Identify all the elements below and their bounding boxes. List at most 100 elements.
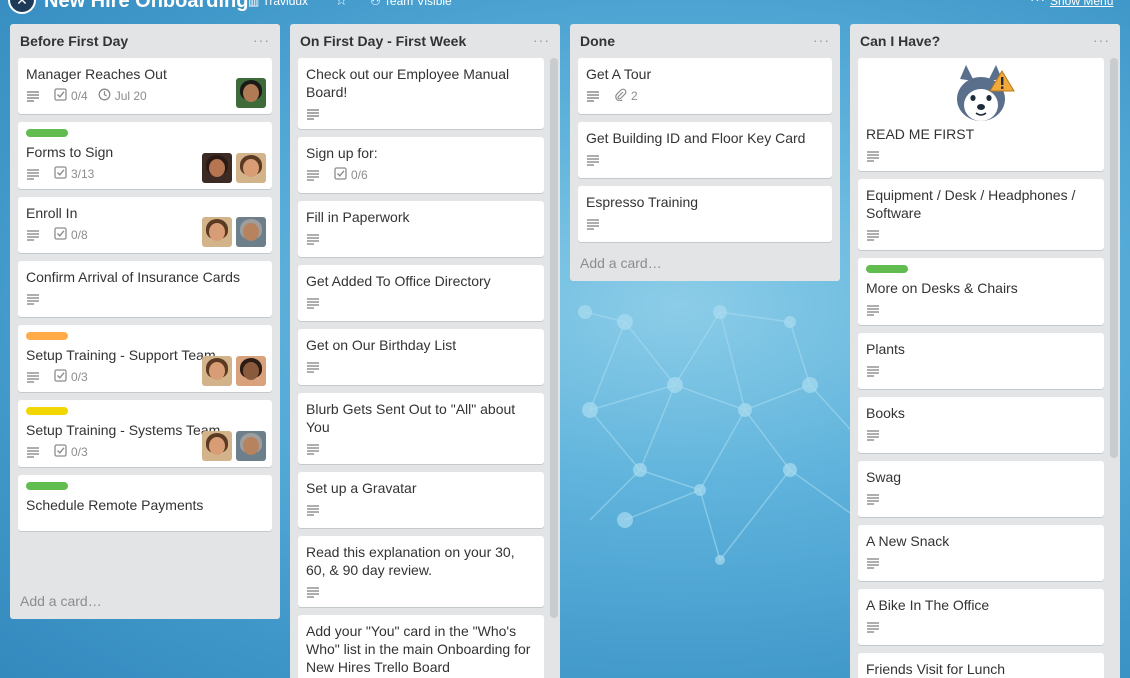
team-link[interactable]: ▥ Travidux xyxy=(248,0,308,8)
member-avatar[interactable] xyxy=(202,431,232,461)
card[interactable]: Friends Visit for Lunch xyxy=(858,653,1104,678)
description-icon xyxy=(26,168,44,180)
show-menu-link[interactable]: Show Menu xyxy=(1050,0,1113,8)
description-icon xyxy=(586,90,604,102)
list-menu-icon[interactable]: ··· xyxy=(533,32,550,48)
avatar-face xyxy=(209,437,225,455)
card[interactable]: More on Desks & Chairs xyxy=(858,258,1104,325)
list-menu-icon[interactable]: ··· xyxy=(1093,32,1110,48)
card-title: Confirm Arrival of Insurance Cards xyxy=(26,269,240,285)
checklist-icon xyxy=(54,166,71,182)
card-badges xyxy=(306,501,536,519)
card-title: More on Desks & Chairs xyxy=(866,280,1018,296)
list-scrollbar[interactable] xyxy=(1110,58,1118,458)
checklist-icon xyxy=(54,88,71,104)
avatar-face xyxy=(209,223,225,241)
card[interactable]: Equipment / Desk / Headphones / Software xyxy=(858,179,1104,250)
card-title: Swag xyxy=(866,469,902,485)
description-icon xyxy=(26,446,44,458)
member-avatar[interactable] xyxy=(236,431,266,461)
card-badges: 0/4 Jul 20 xyxy=(26,87,264,105)
card[interactable]: Setup Training - Systems Team 0/3 xyxy=(18,400,272,467)
list-title: Can I Have? xyxy=(860,33,941,49)
add-card-button[interactable]: Add a card… xyxy=(10,585,280,619)
card[interactable]: Enroll In 0/8 xyxy=(18,197,272,253)
member-avatar[interactable] xyxy=(236,217,266,247)
card[interactable]: READ ME FIRST xyxy=(858,58,1104,171)
description-icon xyxy=(306,108,324,120)
card[interactable]: Check out our Employee Manual Board! xyxy=(298,58,544,129)
card[interactable]: Get on Our Birthday List xyxy=(298,329,544,385)
card-container: Check out our Employee Manual Board! Sign… xyxy=(290,58,560,678)
card-label xyxy=(26,332,68,340)
list-scrollbar[interactable] xyxy=(550,58,558,618)
card[interactable]: Confirm Arrival of Insurance Cards xyxy=(18,261,272,317)
card-title: READ ME FIRST xyxy=(866,126,975,142)
description-icon xyxy=(26,293,44,305)
description-icon xyxy=(306,443,324,455)
card[interactable]: A Bike In The Office xyxy=(858,589,1104,645)
checklist-icon xyxy=(54,369,71,385)
add-card-button[interactable]: Add a card… xyxy=(570,247,840,281)
list-before-first-day: Before First Day ··· Manager Reaches Out… xyxy=(10,24,280,619)
card-badges xyxy=(306,105,536,123)
card-badges xyxy=(866,554,1096,572)
card-title: Sign up for: xyxy=(306,145,378,161)
card[interactable]: Set up a Gravatar xyxy=(298,472,544,528)
avatar-face xyxy=(243,223,259,241)
card[interactable]: Plants xyxy=(858,333,1104,389)
card[interactable]: Read this explanation on your 30, 60, & … xyxy=(298,536,544,607)
card-title: Get on Our Birthday List xyxy=(306,337,457,353)
checklist-badge: 0/3 xyxy=(54,369,88,385)
card-title: Manager Reaches Out xyxy=(26,66,167,82)
list-menu-icon[interactable]: ··· xyxy=(253,32,270,48)
card[interactable]: Books xyxy=(858,397,1104,453)
visibility-button[interactable]: ⚇ Team Visible xyxy=(370,0,452,8)
card-badges xyxy=(586,151,824,169)
card-badges xyxy=(866,618,1096,636)
description-icon xyxy=(866,150,884,162)
list-menu-icon[interactable]: ··· xyxy=(813,32,830,48)
card-members xyxy=(232,78,266,108)
card[interactable]: Setup Training - Support Team 0/3 xyxy=(18,325,272,392)
member-avatar[interactable] xyxy=(202,153,232,183)
card-badges xyxy=(866,147,1096,165)
card-title: A New Snack xyxy=(866,533,950,549)
attachment-count: 2 xyxy=(631,89,638,103)
card-label xyxy=(866,265,908,273)
card[interactable]: Manager Reaches Out 0/4 Jul 20 xyxy=(18,58,272,114)
star-icon[interactable]: ☆ xyxy=(335,0,348,9)
card-title: Check out our Employee Manual Board! xyxy=(306,66,510,100)
card[interactable]: Get A Tour 2 xyxy=(578,58,832,114)
card[interactable]: Forms to Sign 3/13 xyxy=(18,122,272,189)
card[interactable]: Espresso Training xyxy=(578,186,832,242)
card-badges xyxy=(586,215,824,233)
card-badges: 0/6 xyxy=(306,166,536,184)
checklist-badge: 3/13 xyxy=(54,166,94,182)
description-icon xyxy=(306,297,324,309)
card[interactable]: Fill in Paperwork xyxy=(298,201,544,257)
board-title[interactable]: New Hire Onboarding xyxy=(44,0,248,13)
member-avatar[interactable] xyxy=(202,356,232,386)
list-header[interactable]: On First Day - First Week ··· xyxy=(290,24,560,58)
description-icon xyxy=(866,557,884,569)
list-header[interactable]: Before First Day ··· xyxy=(10,24,280,58)
card[interactable]: Schedule Remote Payments xyxy=(18,475,272,531)
card[interactable]: Add your "You" card in the "Who's Who" l… xyxy=(298,615,544,678)
card[interactable]: A New Snack xyxy=(858,525,1104,581)
card[interactable]: Swag xyxy=(858,461,1104,517)
member-avatar[interactable] xyxy=(236,153,266,183)
card[interactable]: Sign up for: 0/6 xyxy=(298,137,544,193)
list-header[interactable]: Can I Have? ··· xyxy=(850,24,1120,58)
member-avatar[interactable] xyxy=(236,356,266,386)
list-header[interactable]: Done ··· xyxy=(570,24,840,58)
member-avatar[interactable] xyxy=(236,78,266,108)
member-avatar[interactable] xyxy=(202,217,232,247)
card[interactable]: Get Building ID and Floor Key Card xyxy=(578,122,832,178)
board-logo[interactable]: ✕ xyxy=(8,0,36,14)
card-badges xyxy=(306,440,536,458)
description-icon xyxy=(26,90,44,102)
card[interactable]: Get Added To Office Directory xyxy=(298,265,544,321)
card[interactable]: Blurb Gets Sent Out to "All" about You xyxy=(298,393,544,464)
checklist-badge: 0/8 xyxy=(54,227,88,243)
